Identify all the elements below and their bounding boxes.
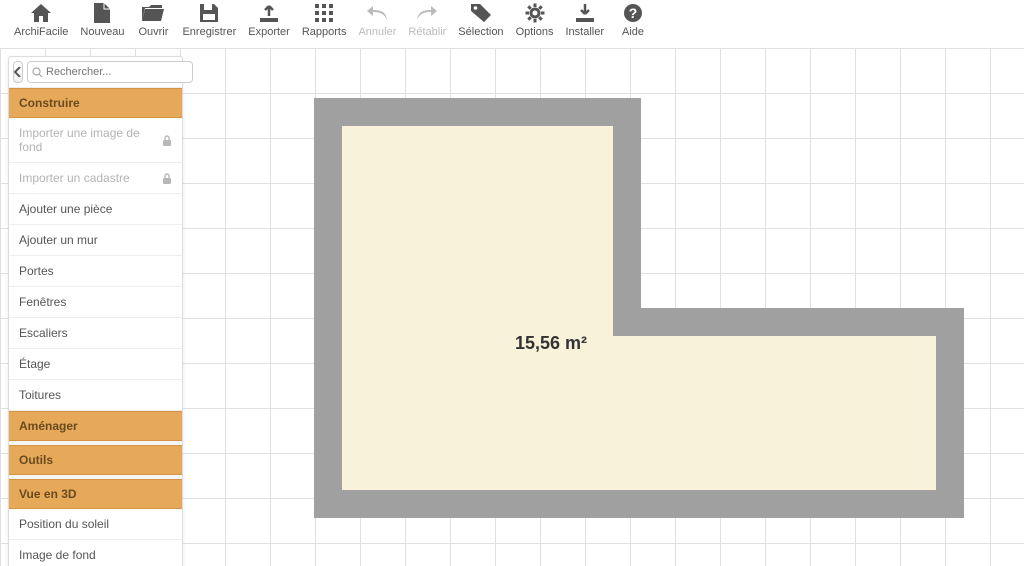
panel-item-label: Portes <box>19 264 54 278</box>
panel-item[interactable]: Ajouter une pièce <box>9 194 182 225</box>
panel-item-label: Importer un cadastre <box>19 171 130 185</box>
select-button[interactable]: Sélection <box>452 2 509 38</box>
save-label: Enregistrer <box>182 26 236 38</box>
gear-icon <box>525 2 545 24</box>
help-icon: ? <box>623 2 643 24</box>
help-label: Aide <box>622 26 644 38</box>
grid-icon <box>315 2 333 24</box>
home-button[interactable]: ArchiFacile <box>8 2 74 38</box>
tag-icon <box>471 2 491 24</box>
room-area-label: 15,56 m² <box>515 333 587 354</box>
panel-item-label: Fenêtres <box>19 295 66 309</box>
panel-item[interactable]: Escaliers <box>9 318 182 349</box>
options-button[interactable]: Options <box>510 2 560 38</box>
panel-item-label: Ajouter un mur <box>19 233 98 247</box>
redo-icon <box>417 2 437 24</box>
redo-label: Rétablir <box>408 26 446 38</box>
panel-item: Importer un cadastre <box>9 163 182 194</box>
lock-icon <box>162 135 172 146</box>
lock-icon <box>162 173 172 184</box>
panel-item-label: Escaliers <box>19 326 68 340</box>
section-header-outils[interactable]: Outils <box>9 445 182 475</box>
panel-back-button[interactable] <box>13 61 23 83</box>
panel-item: Importer une image de fond <box>9 118 182 163</box>
home-icon <box>31 2 51 24</box>
install-label: Installer <box>565 26 604 38</box>
section-header-construire[interactable]: Construire <box>9 88 182 118</box>
panel-item-label: Image de fond <box>19 548 96 562</box>
panel-item[interactable]: Ajouter un mur <box>9 225 182 256</box>
search-field-wrap[interactable] <box>27 61 193 83</box>
install-button[interactable]: Installer <box>559 2 610 38</box>
save-icon <box>200 2 218 24</box>
svg-text:?: ? <box>629 5 638 21</box>
panel-item-label: Toitures <box>19 388 61 402</box>
home-label: ArchiFacile <box>14 26 68 38</box>
undo-button: Annuler <box>352 2 402 38</box>
panel-item[interactable]: Portes <box>9 256 182 287</box>
undo-label: Annuler <box>358 26 396 38</box>
reports-button[interactable]: Rapports <box>296 2 353 38</box>
panel-item[interactable]: Étage <box>9 349 182 380</box>
open-button[interactable]: Ouvrir <box>130 2 176 38</box>
redo-button: Rétablir <box>402 2 452 38</box>
search-icon <box>32 67 43 78</box>
download-icon <box>576 2 594 24</box>
panel-item-label: Ajouter une pièce <box>19 202 112 216</box>
panel-item-label: Position du soleil <box>19 517 109 531</box>
search-input[interactable] <box>46 66 188 78</box>
export-label: Exporter <box>248 26 290 38</box>
export-icon <box>260 2 278 24</box>
panel-item[interactable]: Fenêtres <box>9 287 182 318</box>
side-panel: Construire Importer une image de fond Impo… <box>8 56 183 566</box>
panel-item[interactable]: Toitures <box>9 380 182 411</box>
panel-item[interactable]: Image de fond <box>9 540 182 566</box>
reports-label: Rapports <box>302 26 347 38</box>
select-label: Sélection <box>458 26 503 38</box>
panel-item-label: Importer une image de fond <box>19 126 162 154</box>
options-label: Options <box>516 26 554 38</box>
top-toolbar: ArchiFacile Nouveau Ouvrir Enregistrer E… <box>0 0 1024 48</box>
open-label: Ouvrir <box>138 26 168 38</box>
save-button[interactable]: Enregistrer <box>176 2 242 38</box>
panel-header <box>9 57 182 88</box>
file-icon <box>94 2 110 24</box>
folder-icon <box>142 2 164 24</box>
new-button[interactable]: Nouveau <box>74 2 130 38</box>
section-header-aménager[interactable]: Aménager <box>9 411 182 441</box>
section-header-vue-en-3d[interactable]: Vue en 3D <box>9 479 182 509</box>
help-button[interactable]: ? Aide <box>610 2 656 38</box>
undo-icon <box>367 2 387 24</box>
panel-item[interactable]: Position du soleil <box>9 509 182 540</box>
new-label: Nouveau <box>80 26 124 38</box>
export-button[interactable]: Exporter <box>242 2 296 38</box>
workspace: 15,56 m² Construire Importer une image de… <box>0 48 1024 566</box>
panel-item-label: Étage <box>19 357 50 371</box>
